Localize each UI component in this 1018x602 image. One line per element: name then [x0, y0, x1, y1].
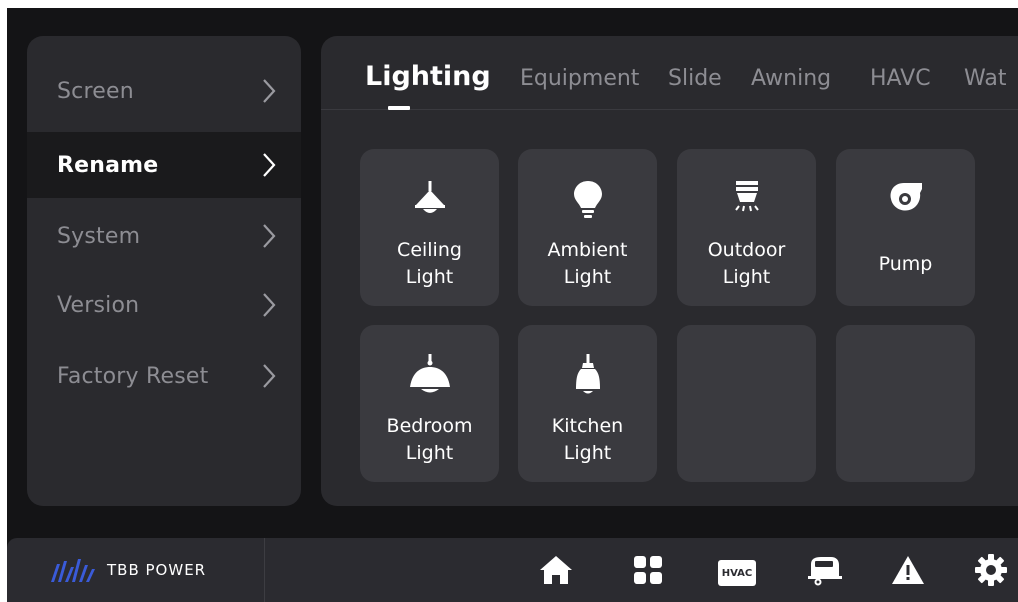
tile-label: Bedroom Light	[386, 415, 473, 464]
tile-ambient-light[interactable]: Ambient Light	[518, 149, 657, 306]
tab-slide[interactable]: Slide	[668, 66, 722, 91]
home-icon[interactable]	[538, 552, 574, 588]
menu-item-label: Version	[57, 292, 140, 318]
menu-item-screen[interactable]: Screen	[27, 58, 301, 124]
tab-awning[interactable]: Awning	[751, 66, 831, 91]
settings-menu: Screen Rename System Version Factory Res…	[27, 36, 301, 506]
chevron-right-icon	[263, 293, 276, 317]
tile-pump[interactable]: Pump	[836, 149, 975, 306]
rename-panel: Lighting Equipment Slide Awning HAVC Wat…	[321, 36, 1018, 506]
menu-item-rename[interactable]: Rename	[27, 132, 301, 198]
menu-item-label: System	[57, 223, 141, 249]
tile-empty[interactable]	[836, 325, 975, 482]
bulb-icon	[564, 175, 612, 223]
grid-icon[interactable]	[630, 552, 666, 588]
tile-label: Pump	[878, 253, 933, 275]
bottom-nav-bar: TBB POWER HVAC	[7, 538, 1018, 602]
outdoor-light-icon	[723, 175, 771, 223]
tab-equipment[interactable]: Equipment	[520, 66, 639, 91]
menu-item-version[interactable]: Version	[27, 272, 301, 338]
tile-label: Kitchen Light	[551, 415, 624, 464]
app-screen: Screen Rename System Version Factory Res…	[7, 8, 1018, 602]
dome-lamp-icon	[406, 351, 454, 399]
active-tab-indicator	[388, 106, 410, 110]
tile-label: Ceiling Light	[397, 239, 462, 288]
brand-logo: TBB POWER	[7, 538, 265, 602]
tile-ceiling-light[interactable]: Ceiling Light	[360, 149, 499, 306]
ceiling-lamp-icon	[406, 175, 454, 223]
tile-label: Ambient Light	[547, 239, 628, 288]
tab-lighting[interactable]: Lighting	[365, 61, 491, 92]
tbb-logo-icon	[51, 559, 95, 582]
menu-item-label: Screen	[57, 78, 134, 104]
menu-item-label: Factory Reset	[57, 363, 209, 389]
tile-outdoor-light[interactable]: Outdoor Light	[677, 149, 816, 306]
category-tabbar: Lighting Equipment Slide Awning HAVC Wat	[321, 36, 1018, 110]
tile-bedroom-light[interactable]: Bedroom Light	[360, 325, 499, 482]
menu-item-factory-reset[interactable]: Factory Reset	[27, 343, 301, 409]
menu-item-label: Rename	[57, 152, 159, 178]
menu-item-system[interactable]: System	[27, 203, 301, 269]
pendant-lamp-icon	[564, 351, 612, 399]
chevron-right-icon	[263, 79, 276, 103]
chevron-right-icon	[263, 224, 276, 248]
tile-label: Outdoor Light	[707, 239, 786, 288]
gear-icon[interactable]	[973, 552, 1009, 588]
warning-icon[interactable]	[890, 552, 926, 588]
tile-empty[interactable]	[677, 325, 816, 482]
pump-icon	[882, 175, 930, 223]
tile-kitchen-light[interactable]: Kitchen Light	[518, 325, 657, 482]
chevron-right-icon	[263, 364, 276, 388]
chevron-right-icon	[263, 153, 276, 177]
tab-havc[interactable]: HAVC	[870, 66, 931, 91]
camper-icon[interactable]	[807, 552, 843, 588]
brand-name: TBB POWER	[107, 561, 207, 579]
tab-water[interactable]: Wat	[964, 66, 1006, 91]
hvac-nav-button[interactable]: HVAC	[718, 560, 756, 586]
